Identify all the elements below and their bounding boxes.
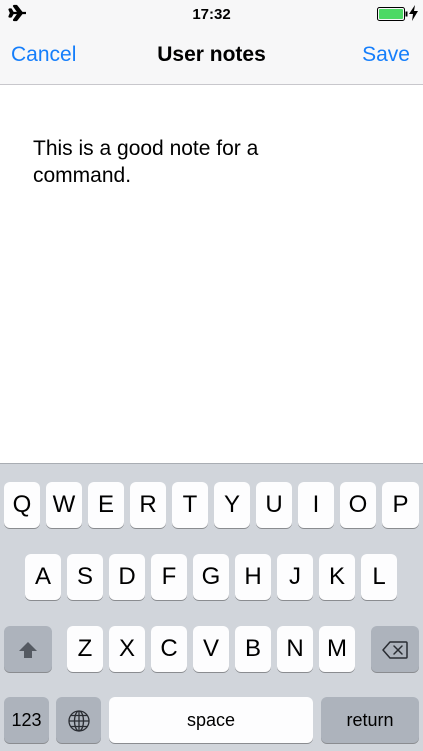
key-a[interactable]: A — [25, 554, 61, 600]
key-h[interactable]: H — [235, 554, 271, 600]
key-f[interactable]: F — [151, 554, 187, 600]
delete-key[interactable] — [371, 626, 419, 672]
key-o[interactable]: O — [340, 482, 376, 528]
key-e[interactable]: E — [88, 482, 124, 528]
key-k[interactable]: K — [319, 554, 355, 600]
key-w[interactable]: W — [46, 482, 82, 528]
battery-icon — [377, 7, 408, 21]
key-j[interactable]: J — [277, 554, 313, 600]
cancel-button[interactable]: Cancel — [11, 43, 76, 67]
charging-bolt-icon — [409, 5, 418, 21]
shift-arrow-icon — [19, 641, 37, 658]
key-t[interactable]: T — [172, 482, 208, 528]
shift-key[interactable] — [4, 626, 52, 672]
key-n[interactable]: N — [277, 626, 313, 672]
key-p[interactable]: P — [382, 482, 419, 528]
key-z[interactable]: Z — [67, 626, 103, 672]
note-text-view[interactable]: This is a good note for a command. — [0, 85, 423, 463]
key-i[interactable]: I — [298, 482, 334, 528]
key-c[interactable]: C — [151, 626, 187, 672]
note-text: This is a good note for a command. — [33, 137, 265, 187]
key-y[interactable]: Y — [214, 482, 250, 528]
backspace-icon — [382, 640, 408, 659]
space-key[interactable]: space — [109, 697, 313, 743]
globe-icon — [67, 710, 90, 732]
navigation-bar: Cancel User notes Save — [0, 28, 423, 85]
save-button[interactable]: Save — [362, 43, 410, 67]
numbers-key[interactable]: 123 — [4, 697, 49, 743]
key-r[interactable]: R — [130, 482, 166, 528]
return-key[interactable]: return — [321, 697, 419, 743]
key-s[interactable]: S — [67, 554, 103, 600]
status-time: 17:32 — [192, 6, 231, 23]
globe-key[interactable] — [56, 697, 101, 743]
key-d[interactable]: D — [109, 554, 145, 600]
key-v[interactable]: V — [193, 626, 229, 672]
key-x[interactable]: X — [109, 626, 145, 672]
key-m[interactable]: M — [319, 626, 355, 672]
key-b[interactable]: B — [235, 626, 271, 672]
key-l[interactable]: L — [361, 554, 397, 600]
key-u[interactable]: U — [256, 482, 292, 528]
key-g[interactable]: G — [193, 554, 229, 600]
keyboard: Q W E R T Y U I O P A S D F G H J K L Z … — [0, 463, 423, 751]
key-q[interactable]: Q — [4, 482, 40, 528]
status-bar: 17:32 — [0, 0, 423, 28]
